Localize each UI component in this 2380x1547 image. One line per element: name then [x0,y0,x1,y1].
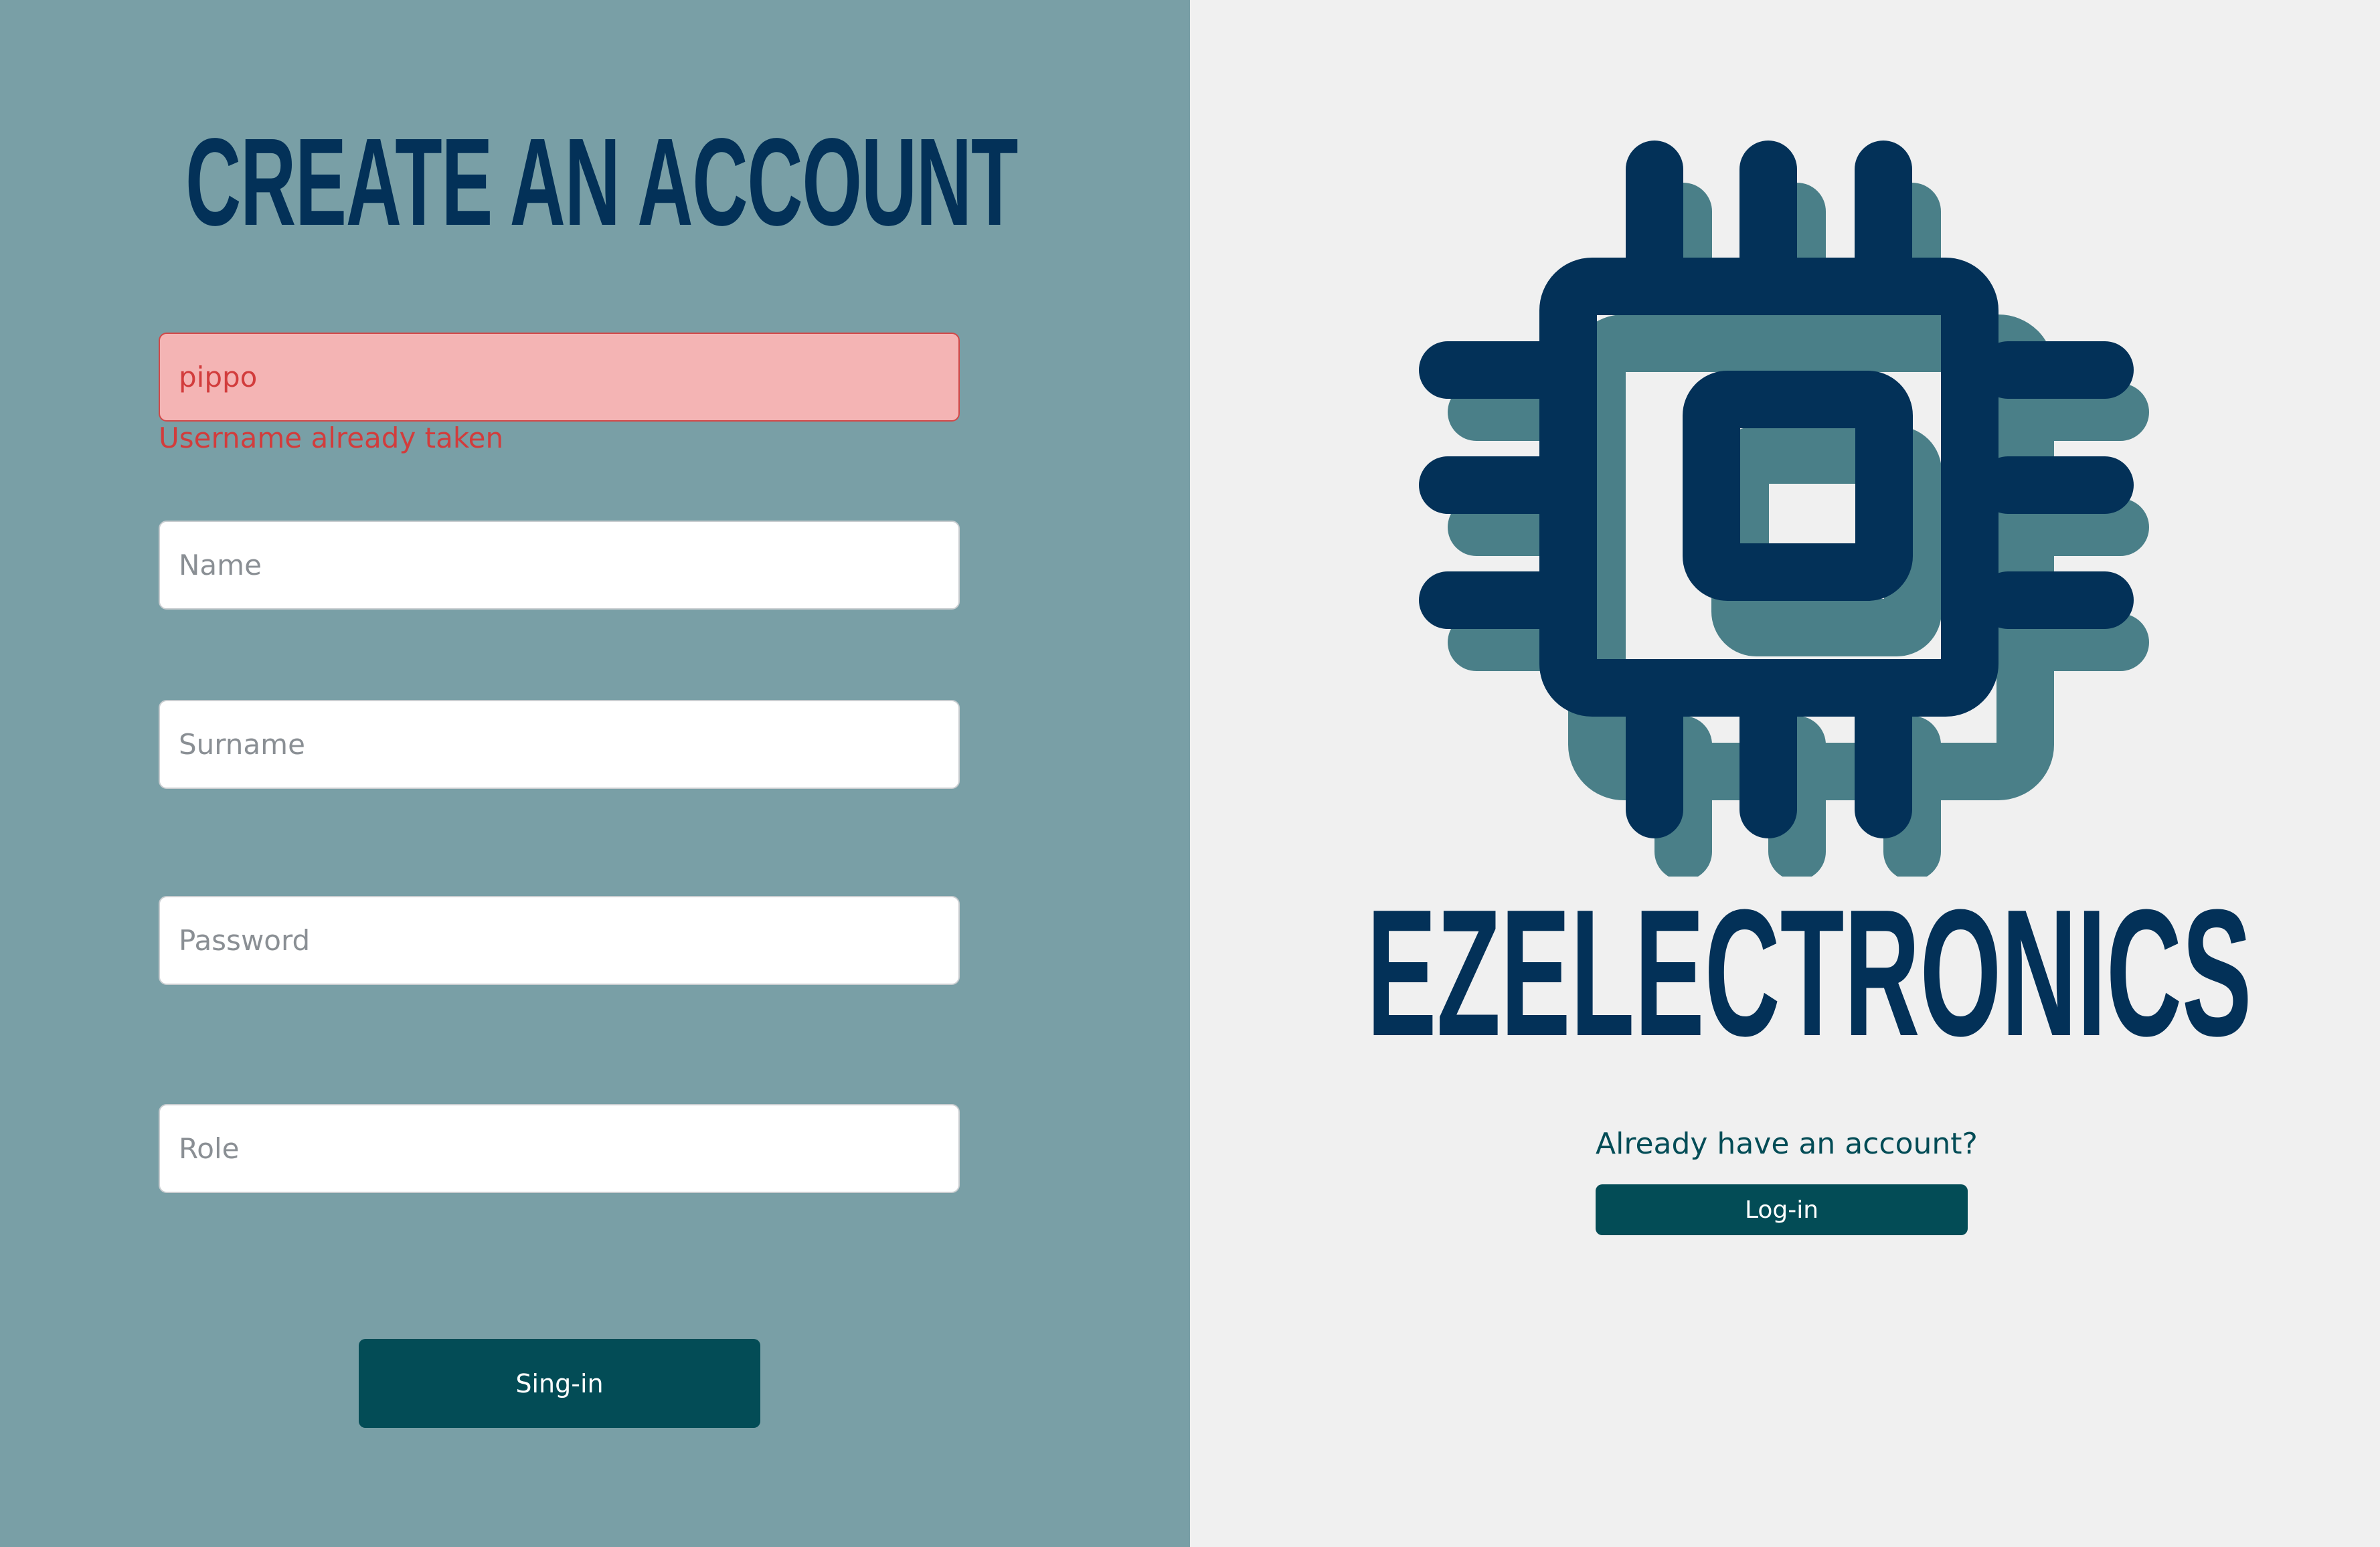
username-input[interactable] [159,333,960,422]
brand-name: EZELECTRONICS [1367,873,2252,1074]
surname-input[interactable] [159,700,960,789]
page-title: Create an account [185,113,1018,252]
username-error-message: Username already taken [159,422,504,454]
name-input[interactable] [159,521,960,610]
signin-button[interactable]: Sing-in [359,1339,760,1428]
password-input[interactable] [159,896,960,985]
signup-panel: Create an account Username already taken… [0,0,1190,1547]
microchip-icon [1419,141,2149,877]
login-prompt: Already have an account? [1596,1127,1978,1161]
login-button[interactable]: Log-in [1596,1184,1968,1235]
role-input[interactable] [159,1104,960,1193]
